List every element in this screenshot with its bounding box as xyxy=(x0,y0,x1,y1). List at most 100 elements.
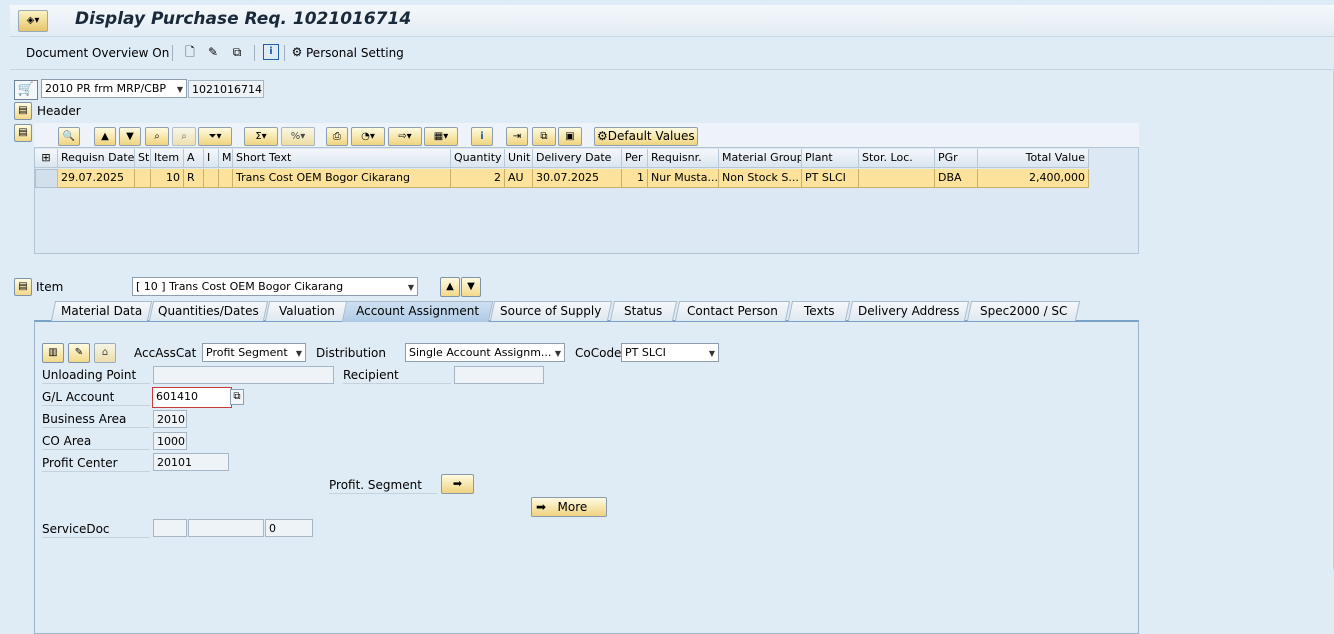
item-select-dropdown[interactable]: [ 10 ] Trans Cost OEM Bogor Cikarang xyxy=(132,277,418,296)
new-document-icon[interactable]: 🗋 xyxy=(182,44,198,60)
table-cell[interactable]: R xyxy=(184,169,204,188)
filter-icon[interactable]: ⏷▾ xyxy=(198,127,232,146)
business-area-label: Business Area xyxy=(42,412,150,428)
print-icon[interactable]: ⎙ xyxy=(326,127,348,146)
table-cell[interactable]: 2,400,000 xyxy=(978,169,1089,188)
edit-account-icon[interactable]: ✎ xyxy=(68,343,90,363)
column-header[interactable]: St xyxy=(135,149,151,168)
column-header[interactable]: Item xyxy=(151,149,184,168)
column-header[interactable]: Plant xyxy=(802,149,859,168)
tab-contact-person[interactable]: Contact Person xyxy=(674,301,791,321)
unloading-point-label: Unloading Point xyxy=(42,368,150,384)
table-cell[interactable] xyxy=(859,169,935,188)
tab-valuation[interactable]: Valuation xyxy=(264,301,350,321)
table-cell[interactable] xyxy=(135,169,151,188)
personal-setting-button[interactable]: Personal Setting xyxy=(306,46,404,60)
column-header[interactable]: Quantity xyxy=(451,149,505,168)
other-document-icon[interactable]: ⧉ xyxy=(229,44,245,60)
toolbar-separator xyxy=(172,45,173,61)
table-cell[interactable]: 29.07.2025 xyxy=(58,169,135,188)
export-icon[interactable]: ⇨▾ xyxy=(388,127,422,146)
table-cell[interactable]: AU xyxy=(505,169,533,188)
table-cell[interactable]: 10 xyxy=(151,169,184,188)
default-values-button[interactable]: ⚙Default Values xyxy=(594,127,698,146)
tab-quantities-dates[interactable]: Quantities/Dates xyxy=(148,301,269,321)
header-label: Header xyxy=(37,104,81,118)
sum-icon[interactable]: Σ▾ xyxy=(244,127,278,146)
details-icon[interactable]: 🔍 xyxy=(58,127,80,146)
app-menu-icon[interactable]: ◈▾ xyxy=(18,10,48,32)
previous-item-icon[interactable]: ▲ xyxy=(440,277,460,297)
profit-segment-button[interactable]: ➡ xyxy=(441,474,474,494)
table-cell[interactable] xyxy=(219,169,233,188)
find-next-icon[interactable]: ⌕ xyxy=(172,127,196,146)
table-cell[interactable]: 30.07.2025 xyxy=(533,169,622,188)
info-icon[interactable]: i xyxy=(263,44,279,60)
column-header[interactable]: Ma xyxy=(219,149,233,168)
co-area-field: 1000 xyxy=(153,432,187,450)
business-area-field: 2010 xyxy=(153,410,187,428)
cocode-dropdown[interactable]: PT SLCI xyxy=(621,343,719,362)
tab-texts[interactable]: Texts xyxy=(787,301,851,321)
column-header[interactable]: Short Text xyxy=(233,149,451,168)
tab-status[interactable]: Status xyxy=(609,301,678,321)
column-header[interactable]: Unit xyxy=(505,149,533,168)
column-header[interactable]: Material Group xyxy=(719,149,802,168)
gl-account-label: G/L Account xyxy=(42,390,150,406)
table-cell[interactable]: Nur Musta... xyxy=(648,169,719,188)
copy-value-icon[interactable]: ⧉ xyxy=(230,389,244,405)
tab-spec2000-sc[interactable]: Spec2000 / SC xyxy=(966,301,1081,321)
column-header[interactable]: I xyxy=(204,149,219,168)
header-expand-icon[interactable]: ▤ xyxy=(14,102,32,120)
sort-ascending-icon[interactable]: ▲ xyxy=(94,127,116,146)
more-button[interactable]: ➡ More xyxy=(531,497,607,517)
table-cell[interactable]: 1 xyxy=(622,169,648,188)
overview-collapse-icon[interactable]: ▤ xyxy=(14,124,32,142)
recipient-field xyxy=(454,366,544,384)
column-header[interactable]: Per xyxy=(622,149,648,168)
document-type-dropdown[interactable]: 2010 PR frm MRP/CBP xyxy=(41,79,187,98)
copy-icon[interactable]: ⧉ xyxy=(532,127,556,146)
table-cell[interactable]: 2 xyxy=(451,169,505,188)
find-icon[interactable]: ⌕ xyxy=(145,127,169,146)
column-header[interactable]: Requisnr. xyxy=(648,149,719,168)
layout-icon[interactable]: ▦▾ xyxy=(424,127,458,146)
tab-delivery-address[interactable]: Delivery Address xyxy=(847,301,970,321)
table-cell[interactable]: Trans Cost OEM Bogor Cikarang xyxy=(233,169,451,188)
column-header[interactable]: Total Value xyxy=(978,149,1089,168)
column-header[interactable]: Delivery Date xyxy=(533,149,622,168)
table-cell[interactable]: DBA xyxy=(935,169,978,188)
table-cell[interactable] xyxy=(204,169,219,188)
row-selector[interactable] xyxy=(35,169,58,188)
tab-source-of-supply[interactable]: Source of Supply xyxy=(489,301,613,321)
column-header[interactable]: Requisn Date xyxy=(58,149,135,168)
item-collapse-icon[interactable]: ▤ xyxy=(14,278,32,296)
table-cell[interactable]: Non Stock S... xyxy=(719,169,802,188)
column-header[interactable]: PGr xyxy=(935,149,978,168)
document-overview-button[interactable]: Document Overview On xyxy=(26,46,169,60)
multiple-account-icon[interactable]: ▥ xyxy=(42,343,64,363)
display-change-icon[interactable]: ✎ xyxy=(205,44,221,60)
document-icon[interactable]: ⇥ xyxy=(506,127,528,146)
gl-account-field[interactable]: 601410 xyxy=(152,387,232,408)
distribution-dropdown[interactable]: Single Account Assignm... xyxy=(405,343,565,362)
personal-setting-icon[interactable]: ⚙ xyxy=(289,44,305,60)
sort-descending-icon[interactable]: ▼ xyxy=(119,127,141,146)
table-cell[interactable]: PT SLCI xyxy=(802,169,859,188)
profit-center-field: 20101 xyxy=(153,453,229,471)
tab-material-data[interactable]: Material Data xyxy=(50,301,153,321)
column-header[interactable]: A xyxy=(184,149,204,168)
select-all-icon[interactable]: ⊞ xyxy=(35,149,58,168)
column-header[interactable]: Stor. Loc. xyxy=(859,149,935,168)
arrow-right-icon: ➡ xyxy=(452,477,463,490)
subtotal-icon[interactable]: %▾ xyxy=(281,127,315,146)
cart-icon[interactable]: 🛒 xyxy=(14,80,38,100)
delete-icon[interactable]: ▣ xyxy=(558,127,582,146)
profit-center-label: Profit Center xyxy=(42,456,150,472)
accasscat-dropdown[interactable]: Profit Segment xyxy=(202,343,306,362)
grid-info-icon[interactable]: i xyxy=(471,127,493,146)
views-icon[interactable]: ◔▾ xyxy=(351,127,385,146)
delete-account-icon[interactable]: ⌂ xyxy=(94,343,116,363)
next-item-icon[interactable]: ▼ xyxy=(461,277,481,297)
tab-account-assignment[interactable]: Account Assignment xyxy=(341,301,494,322)
